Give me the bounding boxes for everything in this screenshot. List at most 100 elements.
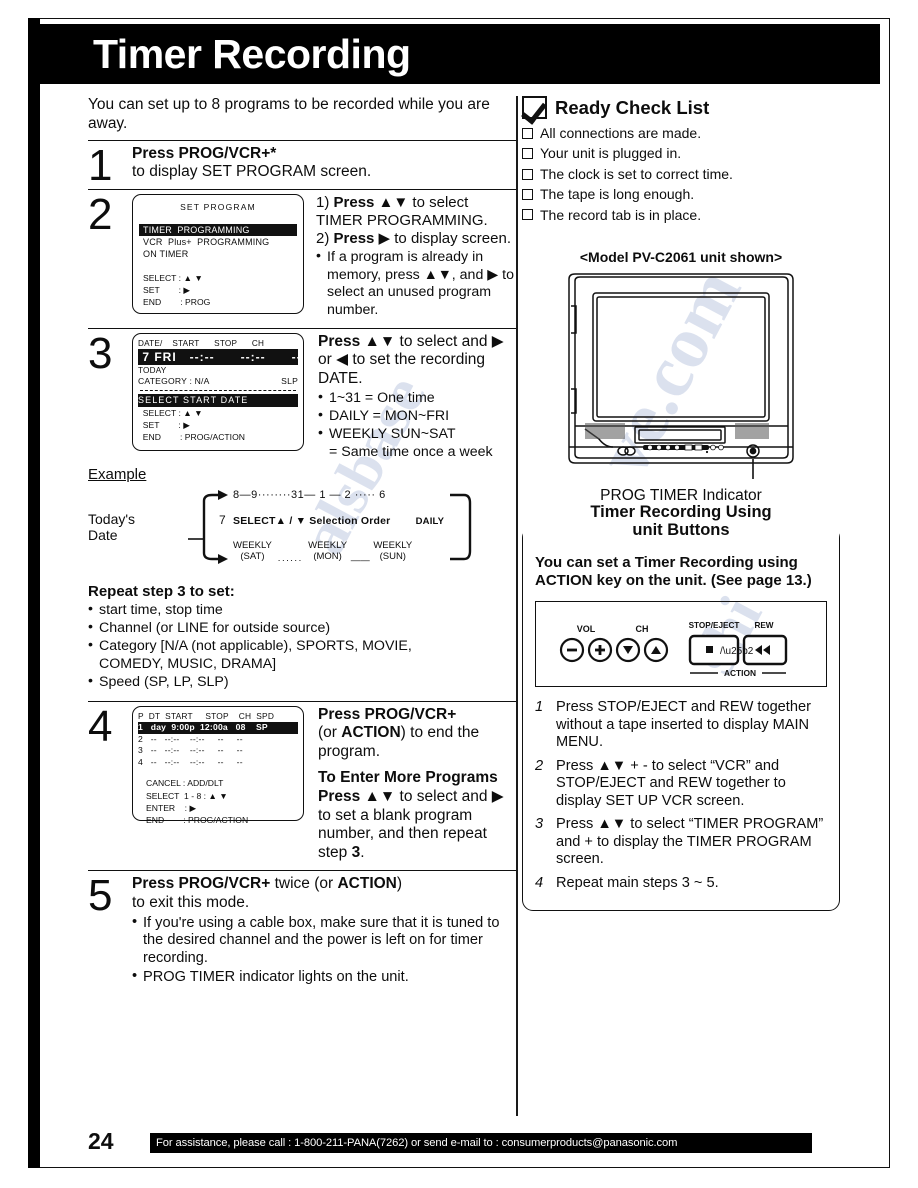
- step-4-text-pre: (or: [318, 724, 342, 742]
- step-3-bullet: 1~31 = One time: [318, 389, 516, 407]
- osd-banner: SELECT START DATE: [138, 394, 298, 407]
- callout-step-number: 4: [535, 874, 544, 891]
- stop-eject-label: STOP/EJECT: [689, 621, 740, 630]
- step-2-instr2-label: 2): [316, 230, 330, 248]
- step-4-more-step: 3: [351, 843, 361, 861]
- repeat-item: start time, stop time: [88, 601, 516, 619]
- step-4-more-action: Press ▲▼: [318, 787, 396, 805]
- osd-set-program: SET PROGRAM TIMER PROGRAMMING VCR Plus+ …: [132, 194, 304, 315]
- rew-label: REW: [754, 621, 773, 630]
- repeat-item: Speed (SP, LP, SLP): [88, 673, 516, 691]
- repeat-item: Category [N/A (not applicable), SPORTS, …: [88, 637, 516, 655]
- repeat-item: Channel (or LINE for outside source): [88, 619, 516, 637]
- ready-check-list: All connections are made. Your unit is p…: [522, 123, 840, 225]
- osd-program-row-3: 3 -- --:-- --:-- -- --: [138, 745, 243, 756]
- osd-col-headers: DATE/ START STOP CH: [138, 338, 265, 348]
- osd-item-timer-programming: TIMER PROGRAMMING: [139, 224, 297, 237]
- ready-check-label: The tape is long enough.: [540, 186, 695, 203]
- osd-speed: SLP: [281, 375, 298, 386]
- step-1-text: to display SET PROGRAM screen.: [132, 163, 372, 181]
- checkbox-icon[interactable]: [522, 189, 533, 201]
- ready-check-label: All connections are made.: [540, 125, 702, 141]
- ready-check-item[interactable]: The tape is long enough.: [522, 184, 840, 204]
- ready-check-item[interactable]: The record tab is in place.: [522, 205, 840, 225]
- osd-key-set: SET : ▶: [138, 419, 190, 430]
- step-4: 4 P DT START STOP CH SPD 1 day 9:00p 12:…: [88, 704, 516, 863]
- osd-key-enter: ENTER : ▶: [146, 802, 197, 813]
- osd-key-select: SELECT : ▲ ▼: [138, 407, 203, 418]
- step-2-instr2-text: to display screen.: [394, 230, 511, 248]
- checkbox-icon[interactable]: [522, 209, 533, 221]
- step-2-note: If a program is already in memory, press…: [316, 248, 516, 319]
- osd-item-on-timer: ON TIMER: [143, 249, 189, 260]
- step-5-bullet: PROG TIMER indicator lights on the unit.: [132, 968, 516, 987]
- page-title-banner: Timer Recording: [38, 24, 880, 84]
- callout-step: 2 Press ▲▼ + - to select “VCR” and STOP/E…: [535, 758, 827, 811]
- callout-step-number: 1: [535, 699, 544, 716]
- step-5-end: ): [396, 875, 403, 893]
- diagram-weekly-mon: WEEKLY (MON): [308, 540, 348, 562]
- step-5-body: Press PROG/VCR+ twice (or ACTION) to exi…: [132, 875, 516, 987]
- diagram-dots: ······: [277, 554, 303, 566]
- osd-item-vcr-plus-programming: VCR Plus+ PROGRAMMING: [143, 237, 270, 248]
- ready-check-item[interactable]: The clock is set to correct time.: [522, 164, 840, 184]
- step-2: 2 SET PROGRAM TIMER PROGRAMMING VCR Plus…: [88, 192, 516, 319]
- example-diagram: Today's Date 7 8—9········31— 1 — 2 ····…: [88, 485, 516, 577]
- osd-key-select: SELECT : ▲ ▼: [143, 272, 203, 283]
- callout-step-text: Press STOP/EJECT and REW together withou…: [556, 699, 811, 751]
- divider: [88, 870, 516, 872]
- ready-check-label: The clock is set to correct time.: [540, 165, 733, 182]
- osd-key-end: END : PROG/ACTION: [138, 432, 245, 443]
- divider: [88, 189, 516, 191]
- diagram-selection-order: SELECT▲ / ▼ Selection Order DAILY: [233, 515, 444, 527]
- checkbox-icon[interactable]: [522, 168, 533, 180]
- ready-check-item[interactable]: Your unit is plugged in.: [522, 143, 840, 163]
- step-3-body: Press ▲▼ to select and ▶ or ◀ to set the…: [310, 333, 516, 463]
- callout-step: 1 Press STOP/EJECT and REW together witho…: [535, 699, 827, 752]
- page-number: 24: [88, 1128, 114, 1154]
- svg-text:/\u25b2: /\u25b2: [720, 646, 754, 657]
- divider: [88, 139, 516, 141]
- step-5-action: Press PROG/VCR+: [132, 875, 271, 893]
- unit-illustration-wrap: [522, 271, 840, 483]
- ready-check-label: The record tab is in place.: [540, 206, 702, 223]
- diagram-weekly-row: WEEKLY (SAT) ······ WEEKLY (MON) —— WEEKLY…: [233, 541, 412, 566]
- checkbox-icon[interactable]: [522, 148, 533, 160]
- callout-step-text: Press ▲▼ + - to select “VCR” and STOP/EJ…: [556, 757, 786, 809]
- right-column: Ready Check List All connections are mad…: [522, 96, 840, 912]
- repeat-list: start time, stop time Channel (or LINE f…: [88, 601, 516, 691]
- diagram-top-sequence: 8—9········31— 1 — 2 ····· 6: [233, 489, 386, 502]
- callout-step: 3 Press ▲▼ to select “TIMER PROGRAM” and …: [535, 816, 827, 869]
- callout-step-text: Repeat main steps 3 ~ 5.: [556, 874, 719, 891]
- callout-step-number: 3: [535, 816, 544, 833]
- step-3: 3 DATE/ START STOP CH 7 FRI --:-- --:-- …: [88, 331, 516, 463]
- step-4-action-alt: ACTION: [341, 724, 401, 742]
- osd-select-start-date: DATE/ START STOP CH 7 FRI --:-- --:-- --…: [132, 332, 304, 451]
- step-2-instr2-action: Press ▶: [333, 230, 391, 248]
- diagram-select-label: SELECT▲ / ▼ Selection Order: [233, 515, 391, 528]
- step-2-body: 1) Press ▲▼ to select TIMER PROGRAMMING.…: [310, 194, 516, 319]
- step-5-action-alt: ACTION: [337, 875, 397, 893]
- unit-buttons-callout: Timer Recording Using unit Buttons You c…: [522, 503, 840, 912]
- step-4-body: Press PROG/VCR+ (or ACTION) to end the p…: [310, 706, 516, 863]
- osd-today-label: TODAY: [138, 365, 167, 375]
- repeat-heading: Repeat step 3 to set:: [88, 583, 235, 601]
- todays-date-value: 7: [219, 513, 226, 528]
- osd-program-row-4: 4 -- --:-- --:-- -- --: [138, 756, 243, 767]
- osd-program-columns: P DT START STOP CH SPD: [138, 710, 275, 721]
- osd-key-end: END : PROG/ACTION: [146, 814, 249, 825]
- osd-dashed-divider: [140, 390, 296, 392]
- diagram-weekly-sat: WEEKLY (SAT): [233, 540, 272, 562]
- step-4-more-period: .: [360, 843, 365, 861]
- column-divider: [516, 96, 518, 1116]
- callout-step-number: 2: [535, 757, 544, 774]
- ready-check-item[interactable]: All connections are made.: [522, 123, 840, 143]
- step-2-instr1-action: Press ▲▼: [333, 194, 409, 212]
- callout-step-text: Press ▲▼ to select “TIMER PROGRAM” and +…: [556, 816, 824, 868]
- osd-date-row: 7 FRI --:-- --:-- --: [138, 348, 302, 365]
- step-1-number: 1: [88, 140, 113, 190]
- callout-step: 4 Repeat main steps 3 ~ 5.: [535, 875, 827, 893]
- step-3-bullet: WEEKLY SUN~SAT: [318, 425, 516, 443]
- osd-key-set: SET : ▶: [143, 284, 191, 295]
- checkbox-icon[interactable]: [522, 127, 533, 139]
